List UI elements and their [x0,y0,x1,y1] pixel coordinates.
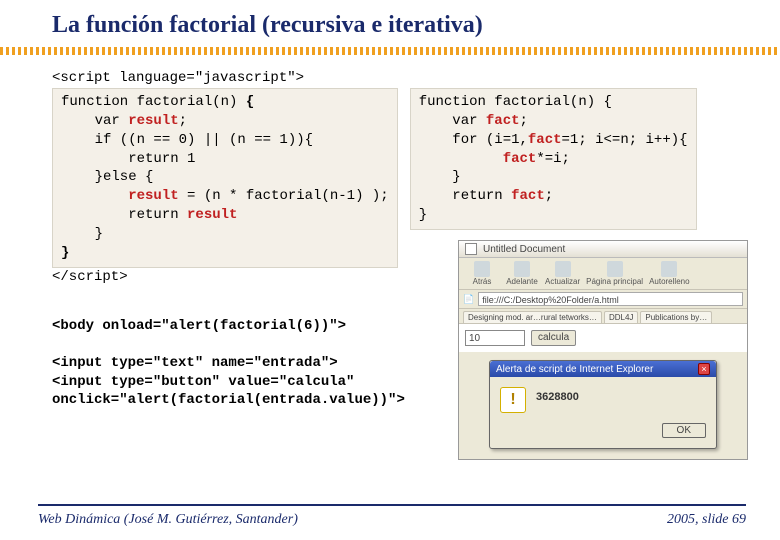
rec-line8: } [61,226,103,242]
toolbar-refresh-label: Actualizar [545,277,580,286]
it-line5: } [419,169,461,185]
toolbar-autofill-label: Autorelleno [649,277,689,286]
it-line3a: for (i=1, [419,132,528,148]
refresh-icon [555,261,571,277]
it-line6a: return [419,188,511,204]
tab-1[interactable]: Designing mod. ar…rural tetworks… [463,311,602,323]
rec-line6c: = (n * factorial(n-1) ); [179,188,389,204]
toolbar-back[interactable]: Atrás [465,261,499,286]
address-field[interactable]: file:///C:/Desktop%20Folder/a.html [478,292,743,306]
it-fact-var1: fact [486,113,520,129]
rec-brace-open: { [246,94,254,110]
dialog-titlebar: Alerta de script de Internet Explorer × [490,361,716,377]
it-line1: function factorial(n) { [419,94,612,110]
footer-rule [38,504,746,506]
rec-line1a: function factorial(n) [61,94,246,110]
recursive-code-block: function factorial(n) { var result; if (… [52,88,398,268]
home-icon [607,261,623,277]
rec-line6a [61,188,128,204]
browser-title-text: Untitled Document [483,244,565,255]
rec-line4: return 1 [61,151,195,167]
close-icon[interactable]: × [698,363,710,375]
it-line3c: =1; i<=n; i++){ [562,132,688,148]
address-label: 📄 [463,294,474,305]
slide-title: La función factorial (recursiva e iterat… [0,0,780,47]
calcula-button[interactable]: calcula [531,330,576,346]
toolbar-forward[interactable]: Adelante [505,261,539,286]
tab-2[interactable]: DDL4J [604,311,638,323]
autofill-icon [661,261,677,277]
it-fact-var4: fact [511,188,545,204]
warning-icon [500,387,526,413]
toolbar-refresh[interactable]: Actualizar [545,261,580,286]
script-open-line: <script language="javascript"> [52,69,748,88]
rec-brace-close: } [61,245,69,261]
alert-dialog: Alerta de script de Internet Explorer × … [489,360,717,449]
rec-result-var1: result [128,113,178,129]
dialog-ok-button[interactable]: OK [662,423,706,438]
factorial-input[interactable]: 10 [465,330,525,346]
dialog-title-text: Alerta de script de Internet Explorer [496,364,653,375]
toolbar-home[interactable]: Página principal [586,261,643,286]
toolbar-home-label: Página principal [586,277,643,286]
back-icon [474,261,490,277]
toolbar-back-label: Atrás [473,277,492,286]
browser-toolbar: Atrás Adelante Actualizar Página princip… [459,258,747,290]
toolbar-forward-label: Adelante [506,277,538,286]
iterative-code-block: function factorial(n) { var fact; for (i… [410,88,697,230]
it-line4c: *=i; [536,151,570,167]
title-divider [0,47,780,55]
rec-line2c: ; [179,113,187,129]
it-line2a: var [419,113,486,129]
rec-line7a: return [61,207,187,223]
footer-right: 2005, slide 69 [667,512,746,528]
it-line7: } [419,207,427,223]
browser-window-title: Untitled Document [459,241,747,258]
rec-line2a: var [61,113,128,129]
it-line4a [419,151,503,167]
it-line6c: ; [545,188,553,204]
toolbar-autofill[interactable]: Autorelleno [649,261,689,286]
rec-result-var3: result [187,207,237,223]
dialog-message: 3628800 [536,387,579,403]
footer-left: Web Dinámica (José M. Gutiérrez, Santand… [38,512,298,528]
document-icon [465,243,477,255]
it-fact-var2: fact [528,132,562,148]
forward-icon [514,261,530,277]
it-line2c: ; [520,113,528,129]
rec-line3: if ((n == 0) || (n == 1)){ [61,132,313,148]
browser-tabs: Designing mod. ar…rural tetworks… DDL4J … [459,309,747,324]
rec-result-var2: result [128,188,178,204]
it-fact-var3: fact [503,151,537,167]
tab-3[interactable]: Publications by… [640,311,712,323]
rec-line5: }else { [61,169,153,185]
browser-address-bar: 📄 file:///C:/Desktop%20Folder/a.html [459,290,747,309]
browser-page-content: 10 calcula [459,324,747,352]
browser-screenshot: Untitled Document Atrás Adelante Actuali… [458,240,748,460]
